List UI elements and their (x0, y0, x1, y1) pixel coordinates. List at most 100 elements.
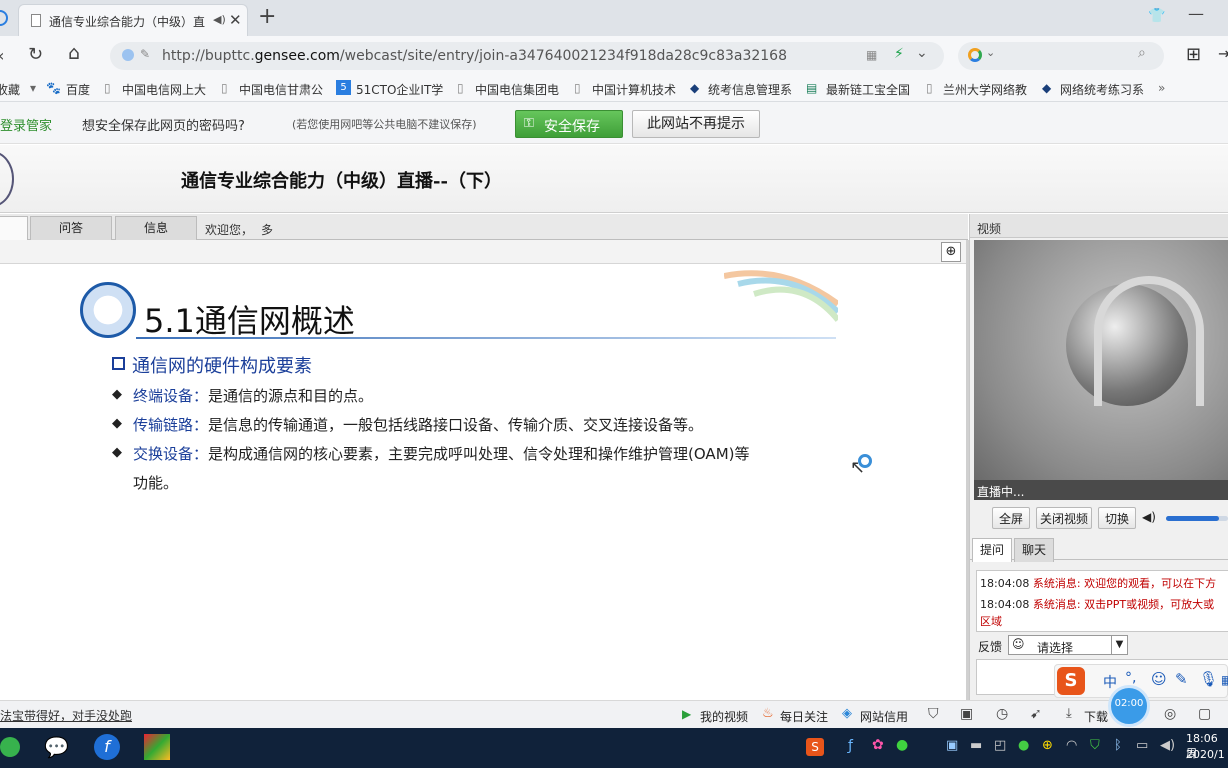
browser-tab[interactable]: 通信专业综合能力（中级）直 ◀) ✕ (18, 4, 248, 36)
battery-icon[interactable]: ▭ (1136, 738, 1148, 753)
search-icon[interactable]: ⌕ (1138, 45, 1146, 61)
window-icon[interactable]: ▢ (1198, 706, 1211, 722)
bookmark-item[interactable]: 网络统考练习系 (1060, 81, 1144, 98)
live-status: 直播中... (977, 485, 1025, 499)
status-my-videos[interactable]: 我的视频 (700, 708, 748, 725)
app-360-icon[interactable] (0, 737, 20, 757)
bookmark-item[interactable]: 中国电信网上大 (122, 81, 206, 98)
close-video-button[interactable]: 关闭视频 (1036, 507, 1092, 529)
emoji-icon[interactable]: ☺ (1151, 670, 1167, 688)
grid-icon[interactable]: ▦ (1221, 673, 1228, 687)
shield-icon[interactable]: ⛉ (928, 706, 939, 722)
pen-icon[interactable]: ✎ (1175, 670, 1188, 688)
video-player[interactable] (974, 240, 1228, 480)
wechat-icon[interactable]: 💬 (44, 735, 69, 759)
search-engine-icon[interactable] (968, 48, 982, 62)
qr-icon[interactable]: ▦ (866, 48, 877, 62)
timer-badge[interactable]: 02:00 (1108, 685, 1150, 727)
bullet-line: 交换设备：是构成通信网的核心要素，主要完成呼叫处理、信令处理和操作维护管理(OA… (133, 445, 750, 463)
speaker-icon[interactable]: ◀) (1160, 738, 1175, 753)
flame-icon: ♨ (762, 706, 774, 721)
bluetooth-icon[interactable]: ᛒ (1114, 738, 1122, 753)
site-info-icon[interactable] (122, 49, 134, 61)
tray-shield-icon[interactable]: ⛉ (1090, 738, 1100, 753)
browser-status-bar: 法宝带得好，对手没处跑 ▶ 我的视频 ♨ 每日关注 ◈ 网站信用 ⛉ ▣ ◷ ➹… (0, 685, 1228, 728)
back-icon[interactable]: ‹ (0, 46, 4, 65)
tray-flower-icon[interactable]: ✿ (872, 737, 884, 753)
status-ad-link[interactable]: 法宝带得好，对手没处跑 (0, 707, 132, 724)
tray-wechat-icon[interactable]: ● (896, 737, 908, 753)
status-site-credit[interactable]: 网站信用 (860, 708, 908, 725)
username: 多 (261, 223, 274, 237)
safe-save-button[interactable]: ⚿ 安全保存 (515, 110, 623, 138)
reload-icon[interactable]: ↻ (28, 44, 43, 65)
bolt-icon[interactable]: ⚡ (894, 46, 904, 62)
colorful-app-icon[interactable] (144, 734, 170, 760)
tray-monitor-icon[interactable]: ▬ (970, 738, 982, 753)
bookmark-item[interactable]: 中国计算机技术 (592, 81, 676, 98)
extension-icon[interactable]: ⇥ (1218, 44, 1228, 63)
feedback-select[interactable]: ☺ 请选择 ▼ (1008, 635, 1128, 655)
tab-info[interactable]: 信息 (115, 216, 197, 240)
chevron-down-icon[interactable]: ▼ (1111, 636, 1127, 654)
image-icon[interactable]: ▣ (960, 706, 973, 722)
volume-slider[interactable] (1166, 516, 1228, 521)
clock-date[interactable]: 2020/1 (1186, 748, 1225, 761)
download-icon[interactable]: ⤓ (1066, 706, 1072, 721)
history-icon[interactable]: ◷ (996, 706, 1008, 722)
browser-icon[interactable]: ◎ (1164, 706, 1176, 722)
list-item: 18:04:08 系统消息: 双击PPT或视频，可放大或 (980, 598, 1215, 611)
tab-question[interactable]: 提问 (972, 538, 1012, 562)
bookmark-favorites[interactable]: 收藏 (0, 81, 20, 98)
no-script-icon[interactable]: ✎ (140, 47, 150, 61)
ime-punct[interactable]: °, (1125, 670, 1136, 686)
audio-icon[interactable]: ◀) (213, 13, 226, 26)
bookmarks-more[interactable]: » (1158, 81, 1165, 95)
slide-subheading: 通信网的硬件构成要素 (132, 356, 312, 377)
bookmark-dropdown-icon[interactable]: ▾ (30, 81, 36, 95)
status-download[interactable]: 下载 (1084, 708, 1108, 725)
browser-app-icon[interactable]: f (94, 734, 120, 760)
switch-button[interactable]: 切换 (1098, 507, 1136, 529)
never-prompt-button[interactable]: 此网站不再提示 (632, 110, 760, 138)
tab-qa[interactable]: 问答 (30, 216, 112, 240)
ppt-slide[interactable]: 5.1通信网概述 通信网的硬件构成要素 ◆ 终端设备：是通信的源点和目的点。 ◆… (0, 264, 966, 700)
search-box[interactable]: ⌄ ⌕ (958, 42, 1164, 70)
bookmark-item[interactable]: 51CTO企业IT学 (356, 81, 443, 98)
video-status-bar: 直播中... (974, 480, 1228, 500)
bookmark-item[interactable]: 最新链工宝全国 (826, 81, 910, 98)
tray-network-box-icon[interactable]: ◰ (994, 738, 1006, 753)
mic-icon[interactable]: 🎙 (1199, 670, 1218, 688)
bookmark-item[interactable]: 中国电信集团电 (475, 81, 559, 98)
rocket-icon[interactable]: ➹ (1030, 706, 1042, 722)
tab-document[interactable] (0, 216, 28, 240)
home-icon[interactable]: ⌂ (68, 42, 80, 64)
engine-dropdown-icon[interactable]: ⌄ (986, 46, 995, 59)
bookmark-item[interactable]: 中国电信甘肃公 (239, 81, 323, 98)
wifi-icon[interactable]: ◠ (1066, 738, 1077, 753)
51cto-icon: 5 (336, 80, 351, 95)
tab-close-icon[interactable]: ✕ (229, 11, 242, 29)
tray-browser-icon[interactable]: ƒ (848, 738, 853, 754)
address-bar[interactable]: ✎ http://bupttc.gensee.com/webcast/site/… (110, 42, 944, 70)
new-tab-icon[interactable]: + (258, 4, 276, 29)
volume-icon[interactable]: ◀) (1142, 510, 1156, 524)
apps-grid-icon[interactable]: ⊞ (1186, 44, 1201, 65)
shirt-icon[interactable]: 👕 (1148, 8, 1165, 24)
tray-sogou-icon[interactable]: S (806, 738, 824, 756)
tray-360-icon[interactable]: ● (1018, 738, 1029, 753)
save-password-hint: (若您使用网吧等公共电脑不建议保存) (292, 118, 477, 131)
bookmark-item[interactable]: 兰州大学网络教 (943, 81, 1027, 98)
bookmark-item[interactable]: 统考信息管理系 (708, 81, 792, 98)
tray-app-icon[interactable]: ▣ (946, 738, 958, 753)
status-daily[interactable]: 每日关注 (780, 708, 828, 725)
zoom-in-icon[interactable]: ⊕ (941, 242, 961, 262)
tray-plus-icon[interactable]: ⊕ (1042, 738, 1053, 753)
windows-taskbar: 💬 f S ƒ ✿ ● ▣ ▬ ◰ ● ⊕ ◠ ⛉ ᛒ ▭ ◀) 18:06 周… (0, 728, 1228, 768)
minimize-icon[interactable]: — (1188, 4, 1204, 23)
page-icon: ▯ (104, 81, 111, 95)
bookmark-item[interactable]: 百度 (66, 81, 90, 98)
tab-chat[interactable]: 聊天 (1014, 538, 1054, 562)
chevron-down-icon[interactable]: ⌄ (916, 45, 928, 61)
fullscreen-button[interactable]: 全屏 (992, 507, 1030, 529)
